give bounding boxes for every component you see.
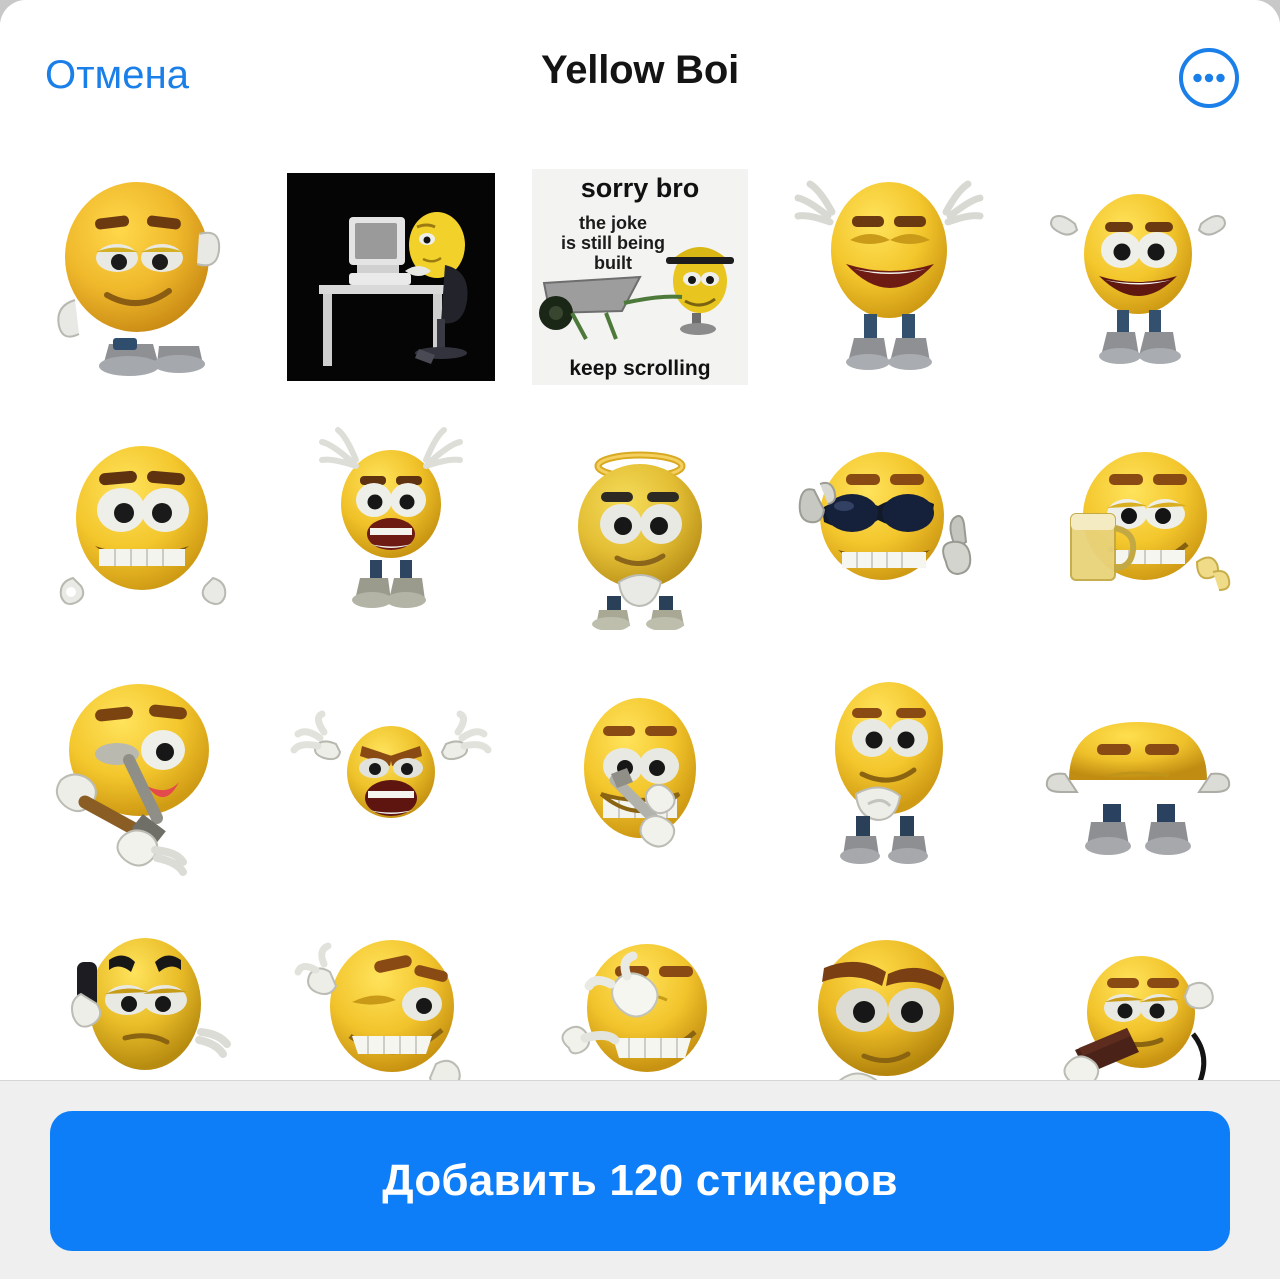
sticker-item[interactable]	[764, 153, 1013, 401]
sticker-item[interactable]	[1013, 153, 1262, 401]
page-title: Yellow Boi	[540, 47, 740, 92]
cancel-button[interactable]: Отмена	[45, 55, 189, 95]
navigation-bar: Отмена Yellow Boi	[0, 0, 1280, 137]
more-circle-icon[interactable]	[1178, 47, 1240, 109]
sticker-item[interactable]	[1013, 649, 1262, 897]
meme-top-text: sorry bro	[580, 173, 700, 203]
sticker-grid: sorry bro the joke is still being built …	[0, 137, 1280, 1145]
sticker-grid-scroll[interactable]: sorry bro the joke is still being built …	[0, 137, 1280, 1180]
footer-bar: Добавить 120 стикеров	[0, 1080, 1280, 1279]
sticker-item[interactable]	[267, 153, 516, 401]
sticker-item[interactable]	[18, 153, 267, 401]
sorry-bro-meme: sorry bro the joke is still being built …	[531, 169, 748, 385]
sticker-item[interactable]	[18, 401, 267, 649]
sticker-item[interactable]	[516, 401, 765, 649]
add-stickers-button[interactable]: Добавить 120 стикеров	[50, 1111, 1230, 1251]
sticker-item[interactable]	[764, 649, 1013, 897]
sticker-item[interactable]	[267, 649, 516, 897]
sticker-item[interactable]	[764, 401, 1013, 649]
meme-bottom-text: keep scrolling	[569, 357, 711, 380]
sticker-item[interactable]	[516, 649, 765, 897]
sticker-item[interactable]	[267, 401, 516, 649]
sticker-item[interactable]	[18, 649, 267, 897]
sticker-item[interactable]: sorry bro the joke is still being built …	[516, 153, 765, 401]
sticker-pack-modal: Отмена Yellow Boi sorry bro the joke is …	[0, 0, 1280, 1279]
sticker-item[interactable]	[1013, 401, 1262, 649]
